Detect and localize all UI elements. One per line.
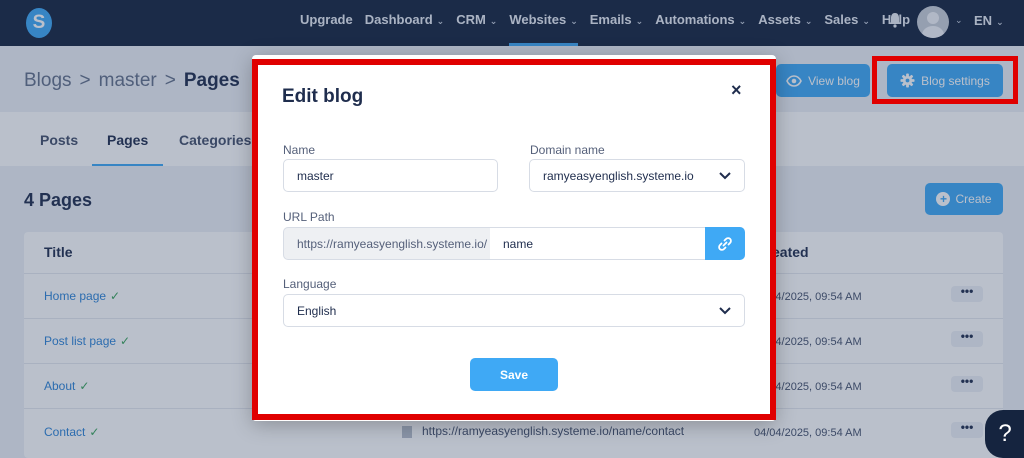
blog-settings-highlight: [872, 56, 1018, 104]
help-button[interactable]: ?: [985, 410, 1024, 458]
modal-highlight: [252, 59, 776, 420]
